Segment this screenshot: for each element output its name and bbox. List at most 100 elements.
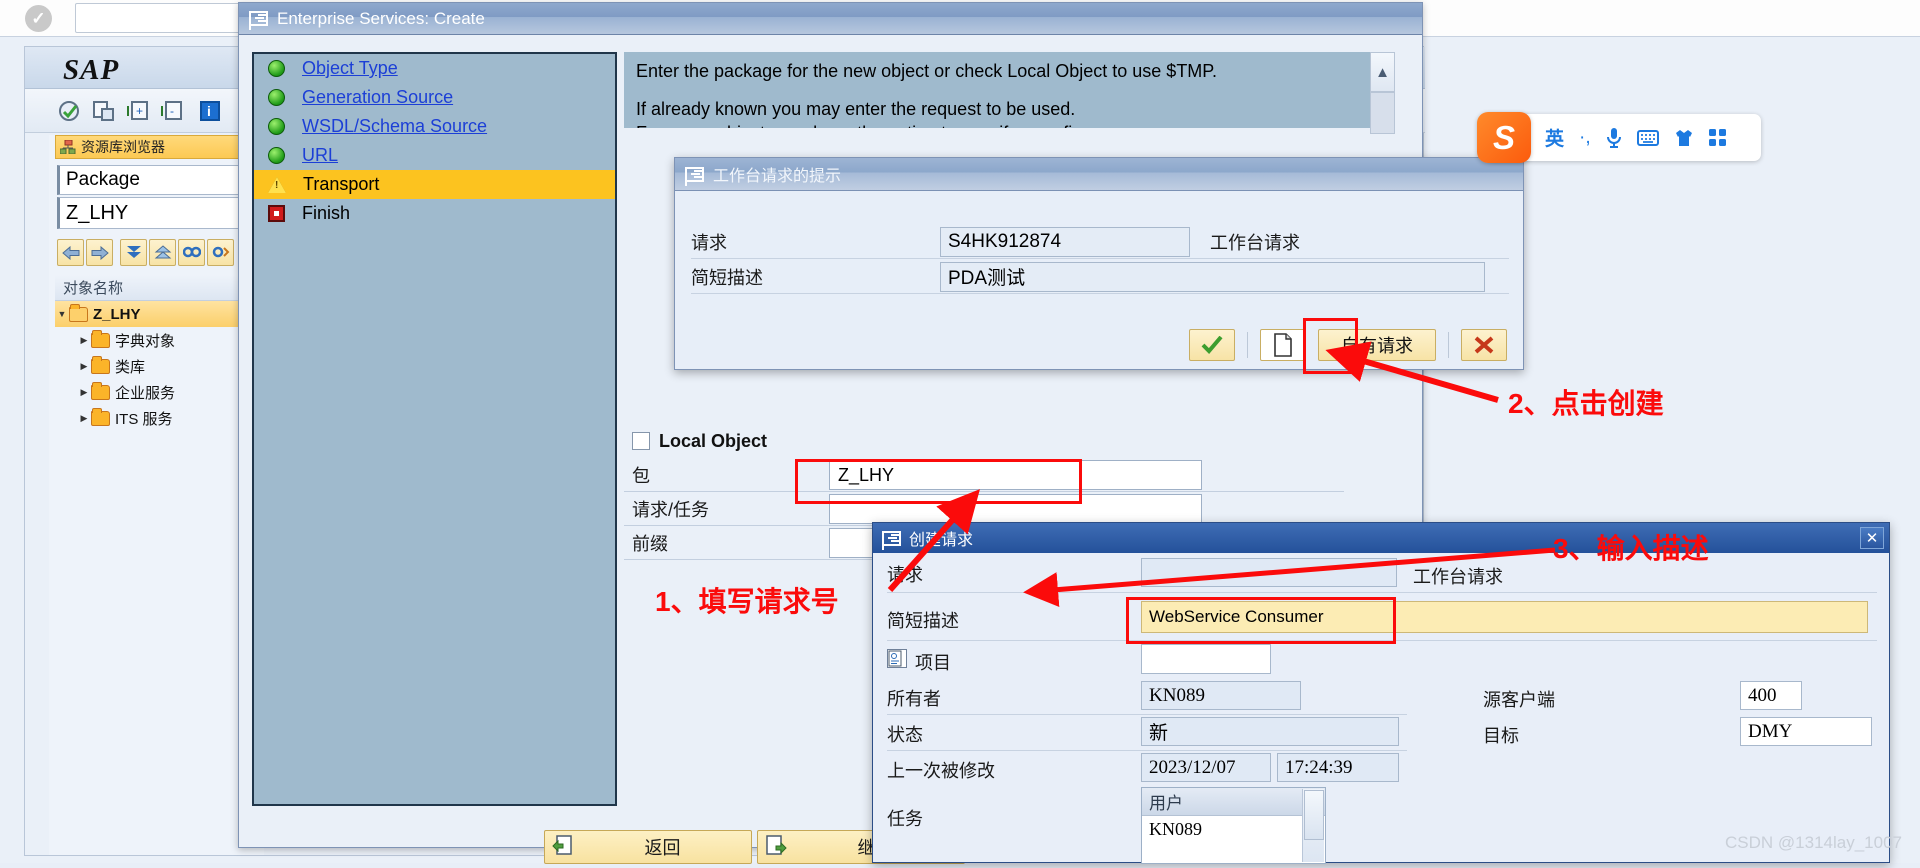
chevron-right-icon[interactable]: ▶ — [77, 387, 91, 398]
workbench-short-desc-row: 简短描述 PDA测试 — [675, 259, 1525, 294]
tree-node[interactable]: ▼ Z_LHY — [55, 301, 263, 327]
watermark: CSDN @1314lay_1007 — [1725, 833, 1902, 852]
local-object-row[interactable]: Local Object — [624, 424, 1344, 458]
tree-node-label: 字典对象 — [115, 332, 176, 350]
transport-field-input[interactable] — [829, 494, 1202, 524]
instructions-scroll-up-button[interactable]: ▲ — [1370, 52, 1395, 92]
wizard-step-4[interactable]: URL — [254, 141, 615, 170]
enterprise-services-title: Enterprise Services: Create — [277, 8, 485, 28]
create-request-owner-input[interactable]: KN089 — [1141, 681, 1301, 710]
green-status-icon — [268, 147, 285, 164]
clock-check-icon[interactable] — [57, 99, 83, 123]
wizard-step-label[interactable]: Generation Source — [302, 87, 453, 108]
tree-node[interactable]: ▶ ITS 服务 — [55, 405, 263, 431]
task-list-scroll-thumb[interactable] — [1304, 790, 1324, 840]
workbench-request-input[interactable]: S4HK912874 — [940, 226, 1190, 257]
info-icon[interactable]: i — [197, 99, 223, 123]
chevron-right-icon[interactable]: ▶ — [77, 335, 91, 346]
transport-field-label: 前缀 — [632, 534, 668, 554]
screen: ✓ SAP + - i 资源库浏览器 Package Z_LHY 对象名称 ▼ … — [0, 0, 1920, 864]
create-request-label: 请求 — [887, 565, 923, 585]
skin-icon[interactable] — [1674, 129, 1694, 147]
tree-node[interactable]: ▶ 字典对象 — [55, 327, 263, 353]
create-request-target-label: 目标 — [1483, 726, 1519, 746]
item-icon — [887, 649, 907, 668]
green-status-icon — [268, 89, 285, 106]
ime-language-button[interactable]: 英 — [1545, 124, 1564, 151]
instruction-line-1: Enter the package for the new object or … — [636, 61, 1217, 81]
transport-field-row: 请求/任务 — [624, 492, 1344, 526]
mic-icon[interactable] — [1606, 127, 1622, 148]
workbench-dialog-title-bar: 工作台请求的提示 — [675, 158, 1523, 191]
create-request-item-input[interactable] — [1141, 644, 1271, 674]
task-list[interactable]: 用户 KN089 — [1141, 787, 1326, 864]
forward-arrow-icon[interactable] — [86, 239, 113, 266]
keyboard-icon[interactable] — [1636, 129, 1659, 146]
repository-package-input[interactable]: Z_LHY — [57, 197, 263, 229]
expand-all-icon[interactable] — [120, 239, 147, 266]
back-button-label: 返回 — [644, 838, 681, 858]
workbench-create-own-request-button[interactable] — [1260, 329, 1306, 361]
wizard-step-label[interactable]: Object Type — [302, 58, 398, 79]
wizard-step-1[interactable]: Object Type — [254, 54, 615, 83]
chevron-right-icon[interactable]: ▶ — [77, 413, 91, 424]
wizard-step-label[interactable]: URL — [302, 145, 338, 166]
window-icon — [882, 530, 901, 550]
task-list-item[interactable]: KN089 — [1142, 816, 1325, 842]
workbench-short-desc-label: 简短描述 — [691, 267, 763, 288]
annotation-3: 3、输入描述 — [1553, 533, 1709, 564]
workbench-request-label: 请求 — [691, 232, 727, 253]
create-request-short-desc-input[interactable]: WebService Consumer — [1141, 601, 1868, 633]
tree-node-label: Z_LHY — [93, 305, 141, 323]
collapse-all-icon[interactable] — [149, 239, 176, 266]
create-request-input[interactable] — [1141, 558, 1397, 587]
collapse-node-icon[interactable]: - — [159, 99, 185, 123]
create-request-target-input[interactable]: DMY — [1740, 717, 1872, 746]
find-icon[interactable] — [178, 239, 205, 266]
create-request-task-label: 任务 — [887, 809, 923, 829]
apps-icon[interactable] — [1708, 128, 1727, 147]
create-request-short-desc-label: 简短描述 — [887, 611, 959, 631]
wizard-step-label[interactable]: WSDL/Schema Source — [302, 116, 487, 137]
create-request-source-client-input[interactable]: 400 — [1740, 681, 1802, 710]
create-request-item-label: 项目 — [915, 653, 951, 673]
workbench-confirm-button[interactable] — [1189, 329, 1235, 361]
create-request-dialog: 创建请求 ✕ 请求 工作台请求 简短描述 WebService Consumer… — [872, 522, 1890, 864]
wizard-step-label: Finish — [302, 203, 351, 223]
workbench-short-desc-input[interactable]: PDA测试 — [940, 261, 1485, 292]
instructions-scrollbar-track[interactable] — [1370, 92, 1395, 134]
back-button[interactable]: 返回 — [544, 830, 752, 864]
red-status-icon — [268, 205, 285, 222]
wizard-step-5[interactable]: Transport — [254, 170, 615, 199]
wizard-steps-panel: Object Type Generation Source WSDL/Schema … — [252, 52, 617, 806]
chevron-right-icon[interactable]: ▶ — [77, 361, 91, 372]
wizard-step-3[interactable]: WSDL/Schema Source — [254, 112, 615, 141]
transport-field-input[interactable]: Z_LHY — [829, 460, 1202, 490]
create-request-title: 创建请求 — [909, 532, 974, 549]
workbench-own-request-button[interactable]: 自有请求 — [1318, 329, 1436, 361]
tree-node[interactable]: ▶ 类库 — [55, 353, 263, 379]
back-arrow-icon[interactable] — [57, 239, 84, 266]
tree-node[interactable]: ▶ 企业服务 — [55, 379, 263, 405]
workbench-own-request-label: 自有请求 — [1341, 336, 1413, 356]
instruction-line-3: For proxy objects you have the option to… — [636, 122, 1358, 129]
close-icon[interactable]: ✕ — [1860, 527, 1884, 549]
workbench-cancel-button[interactable] — [1461, 329, 1507, 361]
tree-node-label: 类库 — [115, 358, 146, 376]
expand-node-icon[interactable]: + — [125, 99, 151, 123]
workbench-dialog-title: 工作台请求的提示 — [713, 168, 842, 185]
create-request-last-changed-date: 2023/12/07 — [1141, 753, 1271, 782]
repository-type-label: Package — [57, 165, 263, 195]
sogou-logo-icon[interactable]: S — [1477, 112, 1531, 163]
wizard-step-2[interactable]: Generation Source — [254, 83, 615, 112]
folder-icon — [91, 381, 110, 400]
create-request-owner-label: 所有者 — [887, 689, 941, 709]
wizard-step-6[interactable]: Finish — [254, 199, 615, 228]
find-next-icon[interactable] — [207, 239, 234, 266]
copy-object-icon[interactable] — [91, 99, 117, 123]
task-list-scrollbar[interactable] — [1302, 789, 1324, 862]
chevron-down-icon[interactable]: ▼ — [55, 309, 69, 319]
local-object-checkbox[interactable] — [632, 432, 650, 450]
wizard-step-label: Transport — [303, 174, 380, 194]
ime-punctuation-button[interactable]: ·, — [1579, 127, 1591, 149]
